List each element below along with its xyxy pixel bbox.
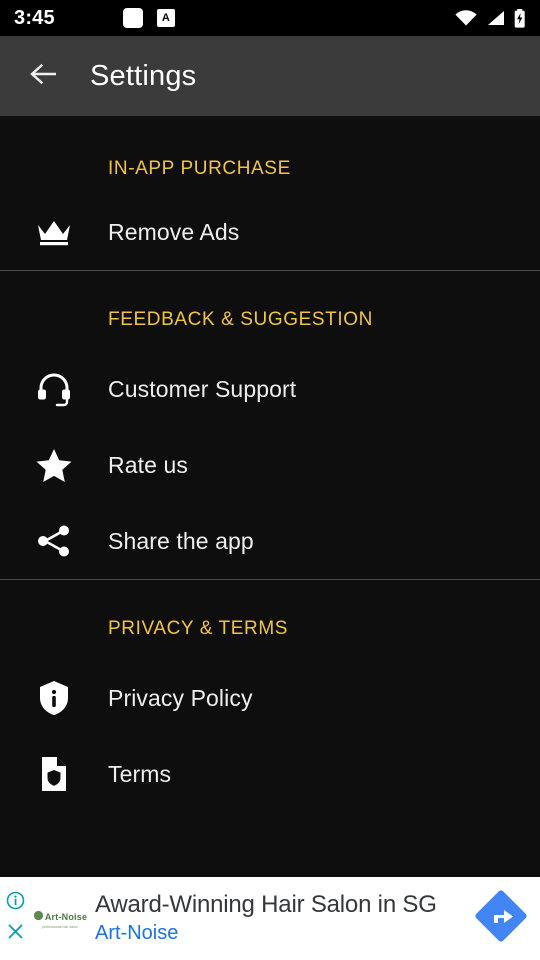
- section-header-privacy-terms: PRIVACY & TERMS: [108, 618, 289, 639]
- settings-list: IN-APP PURCHASE Remove Ads FEEDBACK & SU…: [0, 116, 540, 877]
- ad-controls: [0, 877, 30, 960]
- status-bar-notification-icons: A: [122, 8, 175, 28]
- arrow-right-diamond-icon: [470, 885, 532, 952]
- section-header-in-app-purchase: IN-APP PURCHASE: [108, 158, 291, 179]
- list-item-privacy-policy[interactable]: Privacy Policy: [0, 660, 540, 736]
- ad-advertiser-name[interactable]: Art-Noise: [95, 921, 462, 946]
- list-item-label: Remove Ads: [108, 218, 240, 245]
- phone-screen: 3:45 A Settings IN-APP PURCHASE Remove A…: [0, 0, 540, 960]
- document-shield-icon: [0, 756, 108, 792]
- list-item-terms[interactable]: Terms: [0, 736, 540, 812]
- section-header-feedback-suggestion: FEEDBACK & SUGGESTION: [108, 309, 373, 330]
- headset-icon: [0, 371, 108, 407]
- status-bar-system-icons: [455, 8, 526, 28]
- ad-info-icon[interactable]: [6, 891, 25, 915]
- back-arrow-icon: [29, 62, 59, 91]
- status-bar: 3:45 A: [0, 0, 540, 36]
- ad-logo-text: Art-Noise: [44, 911, 88, 922]
- ad-cta-button[interactable]: [462, 885, 540, 952]
- ad-headline: Award-Winning Hair Salon in SG: [95, 890, 437, 918]
- back-button[interactable]: [22, 54, 66, 98]
- page-title: Settings: [90, 59, 197, 92]
- list-item-label: Terms: [108, 760, 172, 787]
- ad-logo-subtext: professional hair salon: [42, 924, 78, 929]
- ad-close-icon[interactable]: [6, 922, 25, 946]
- list-item-share-the-app[interactable]: Share the app: [0, 503, 540, 579]
- list-item-label: Customer Support: [108, 375, 297, 402]
- share-icon: [0, 523, 108, 559]
- section-privacy-terms: PRIVACY & TERMS Privacy Policy Terms: [0, 580, 540, 812]
- section-feedback-suggestion: FEEDBACK & SUGGESTION Customer Support R…: [0, 271, 540, 579]
- list-item-label: Share the app: [108, 527, 254, 554]
- app-toolbar: Settings: [0, 36, 540, 116]
- section-in-app-purchase: IN-APP PURCHASE Remove Ads: [0, 116, 540, 270]
- list-item-label: Rate us: [108, 451, 188, 478]
- status-bar-clock: 3:45: [14, 6, 55, 29]
- letter-a-badge-icon: A: [156, 9, 175, 27]
- wifi-icon: [455, 10, 477, 26]
- crown-icon: [0, 217, 108, 247]
- list-item-rate-us[interactable]: Rate us: [0, 427, 540, 503]
- battery-charging-icon: [514, 8, 526, 28]
- list-item-label: Privacy Policy: [108, 684, 253, 711]
- cellular-signal-icon: [486, 10, 505, 26]
- star-icon: [0, 448, 108, 483]
- white-square-icon: [122, 8, 143, 28]
- ad-advertiser-logo: Art-Noise professional hair salon: [30, 908, 90, 930]
- ad-banner[interactable]: Art-Noise professional hair salon Award-…: [0, 877, 540, 960]
- list-item-customer-support[interactable]: Customer Support: [0, 351, 540, 427]
- shield-info-icon: [0, 680, 108, 716]
- ad-copy: Award-Winning Hair Salon in SG Art-Noise: [90, 891, 462, 947]
- list-item-remove-ads[interactable]: Remove Ads: [0, 194, 540, 270]
